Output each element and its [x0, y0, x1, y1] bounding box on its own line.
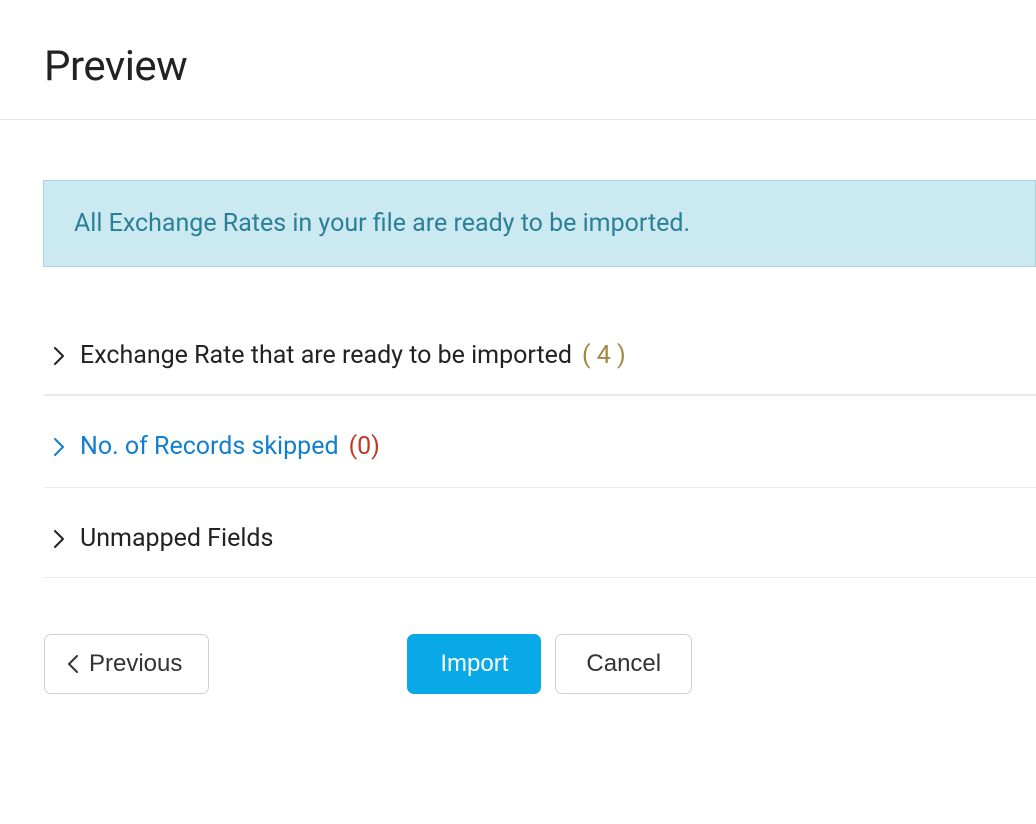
section-skipped-count: (0) [349, 432, 380, 461]
section-unmapped-fields[interactable]: Unmapped Fields [44, 487, 1036, 578]
info-banner-text: All Exchange Rates in your file are read… [74, 209, 690, 238]
section-ready-to-import[interactable]: Exchange Rate that are ready to be impor… [44, 317, 1036, 395]
section-ready-label: Exchange Rate that are ready to be impor… [80, 341, 572, 370]
section-skipped-label: No. of Records skipped [80, 432, 339, 461]
import-button-label: Import [440, 650, 508, 678]
chevron-right-icon [52, 528, 66, 550]
previous-button-label: Previous [89, 650, 182, 678]
section-records-skipped[interactable]: No. of Records skipped (0) [44, 395, 1036, 487]
page-title: Preview [44, 42, 1036, 91]
info-banner: All Exchange Rates in your file are read… [43, 180, 1036, 267]
chevron-right-icon [52, 436, 66, 458]
section-unmapped-label: Unmapped Fields [80, 524, 273, 553]
cancel-button-label: Cancel [586, 650, 661, 678]
cancel-button[interactable]: Cancel [555, 634, 692, 694]
section-ready-count: ( 4 ) [582, 341, 626, 370]
chevron-left-icon [67, 654, 79, 674]
chevron-right-icon [52, 345, 66, 367]
previous-button[interactable]: Previous [44, 634, 209, 694]
import-button[interactable]: Import [407, 634, 541, 694]
